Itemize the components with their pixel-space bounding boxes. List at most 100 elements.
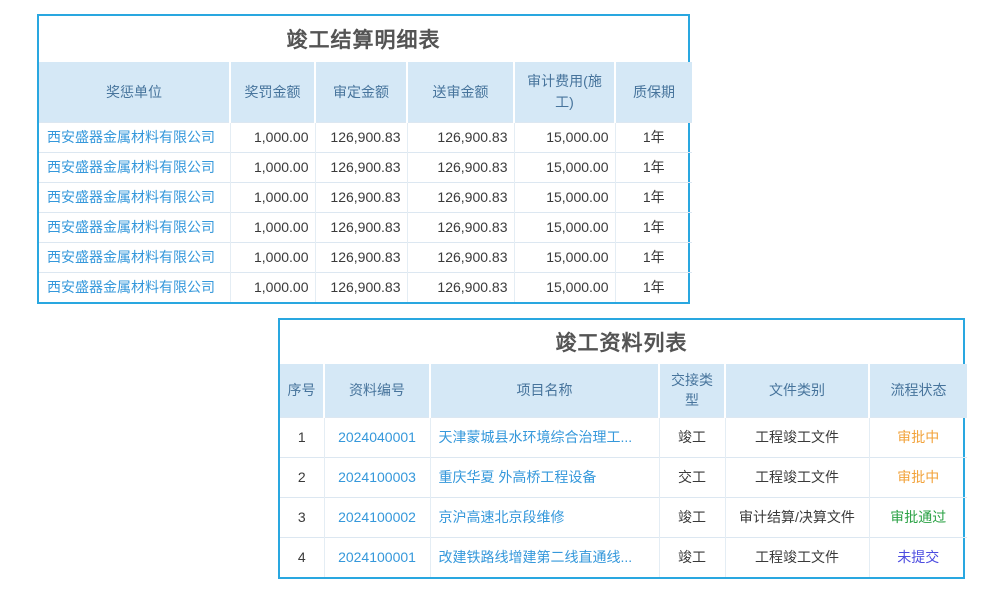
- penalty-cell: 1,000.00: [230, 272, 315, 302]
- audit-fee-cell: 15,000.00: [514, 122, 615, 152]
- unit-cell: 西安盛器金属材料有限公司: [39, 182, 230, 212]
- unit-cell: 西安盛器金属材料有限公司: [39, 212, 230, 242]
- unit-link[interactable]: 西安盛器金属材料有限公司: [47, 249, 215, 265]
- penalty-cell: 1,000.00: [230, 212, 315, 242]
- warranty-cell: 1年: [615, 122, 692, 152]
- doc-no-cell: 2024040001: [324, 417, 430, 457]
- unit-cell: 西安盛器金属材料有限公司: [39, 242, 230, 272]
- documents-header-row: 序号 资料编号 项目名称 交接类型 文件类别 流程状态: [280, 364, 967, 417]
- penalty-cell: 1,000.00: [230, 242, 315, 272]
- col-header-sent: 送审金额: [407, 62, 514, 122]
- warranty-cell: 1年: [615, 212, 692, 242]
- col-header-index: 序号: [280, 364, 324, 417]
- approved-cell: 126,900.83: [315, 272, 407, 302]
- status-cell: 审批中: [869, 417, 967, 457]
- document-row: 2 2024100003 重庆华夏 外高桥工程设备 交工 工程竣工文件 审批中: [280, 457, 967, 497]
- sent-cell: 126,900.83: [407, 212, 514, 242]
- handover-type-cell: 竣工: [659, 417, 725, 457]
- doc-no-link[interactable]: 2024100003: [338, 469, 416, 485]
- unit-link[interactable]: 西安盛器金属材料有限公司: [47, 219, 215, 235]
- document-row: 1 2024040001 天津蒙城县水环境综合治理工... 竣工 工程竣工文件 …: [280, 417, 967, 457]
- col-header-project: 项目名称: [430, 364, 659, 417]
- sent-cell: 126,900.83: [407, 272, 514, 302]
- col-header-warranty: 质保期: [615, 62, 692, 122]
- status-cell: 审批通过: [869, 497, 967, 537]
- project-link[interactable]: 京沪高速北京段维修: [439, 509, 565, 525]
- project-cell: 天津蒙城县水环境综合治理工...: [430, 417, 659, 457]
- settlement-table-title: 竣工结算明细表: [39, 16, 688, 62]
- warranty-cell: 1年: [615, 242, 692, 272]
- audit-fee-cell: 15,000.00: [514, 272, 615, 302]
- doc-no-link[interactable]: 2024040001: [338, 429, 416, 445]
- doc-no-cell: 2024100003: [324, 457, 430, 497]
- penalty-cell: 1,000.00: [230, 122, 315, 152]
- unit-cell: 西安盛器金属材料有限公司: [39, 152, 230, 182]
- handover-type-cell: 交工: [659, 457, 725, 497]
- warranty-cell: 1年: [615, 272, 692, 302]
- status-cell: 未提交: [869, 537, 967, 577]
- settlement-row: 西安盛器金属材料有限公司 1,000.00 126,900.83 126,900…: [39, 272, 692, 302]
- col-header-audit-fee: 审计费用(施工): [514, 62, 615, 122]
- warranty-cell: 1年: [615, 152, 692, 182]
- file-category-cell: 工程竣工文件: [725, 457, 869, 497]
- settlement-row: 西安盛器金属材料有限公司 1,000.00 126,900.83 126,900…: [39, 242, 692, 272]
- settlement-table: 奖惩单位 奖罚金额 审定金额 送审金额 审计费用(施工) 质保期 西安盛器金属材…: [39, 62, 692, 302]
- audit-fee-cell: 15,000.00: [514, 152, 615, 182]
- documents-table: 序号 资料编号 项目名称 交接类型 文件类别 流程状态 1 2024040001…: [280, 364, 967, 577]
- audit-fee-cell: 15,000.00: [514, 182, 615, 212]
- settlement-row: 西安盛器金属材料有限公司 1,000.00 126,900.83 126,900…: [39, 212, 692, 242]
- approved-cell: 126,900.83: [315, 212, 407, 242]
- sent-cell: 126,900.83: [407, 152, 514, 182]
- approved-cell: 126,900.83: [315, 242, 407, 272]
- sent-cell: 126,900.83: [407, 122, 514, 152]
- handover-type-cell: 竣工: [659, 537, 725, 577]
- documents-table-panel: 竣工资料列表 序号 资料编号 项目名称 交接类型 文件类别 流程状态 1 202…: [278, 318, 965, 579]
- unit-cell: 西安盛器金属材料有限公司: [39, 272, 230, 302]
- col-header-penalty: 奖罚金额: [230, 62, 315, 122]
- file-category-cell: 审计结算/决算文件: [725, 497, 869, 537]
- col-header-unit: 奖惩单位: [39, 62, 230, 122]
- status-cell: 审批中: [869, 457, 967, 497]
- index-cell: 2: [280, 457, 324, 497]
- unit-cell: 西安盛器金属材料有限公司: [39, 122, 230, 152]
- project-cell: 京沪高速北京段维修: [430, 497, 659, 537]
- penalty-cell: 1,000.00: [230, 182, 315, 212]
- project-cell: 改建铁路线增建第二线直通线...: [430, 537, 659, 577]
- project-cell: 重庆华夏 外高桥工程设备: [430, 457, 659, 497]
- settlement-row: 西安盛器金属材料有限公司 1,000.00 126,900.83 126,900…: [39, 182, 692, 212]
- approved-cell: 126,900.83: [315, 152, 407, 182]
- unit-link[interactable]: 西安盛器金属材料有限公司: [47, 279, 215, 295]
- doc-no-link[interactable]: 2024100001: [338, 549, 416, 565]
- index-cell: 1: [280, 417, 324, 457]
- settlement-row: 西安盛器金属材料有限公司 1,000.00 126,900.83 126,900…: [39, 122, 692, 152]
- audit-fee-cell: 15,000.00: [514, 242, 615, 272]
- handover-type-cell: 竣工: [659, 497, 725, 537]
- warranty-cell: 1年: [615, 182, 692, 212]
- doc-no-link[interactable]: 2024100002: [338, 509, 416, 525]
- col-header-category: 文件类别: [725, 364, 869, 417]
- index-cell: 3: [280, 497, 324, 537]
- documents-table-title: 竣工资料列表: [280, 320, 963, 364]
- unit-link[interactable]: 西安盛器金属材料有限公司: [47, 129, 215, 145]
- document-row: 3 2024100002 京沪高速北京段维修 竣工 审计结算/决算文件 审批通过: [280, 497, 967, 537]
- project-link[interactable]: 改建铁路线增建第二线直通线...: [439, 549, 633, 565]
- col-header-approved: 审定金额: [315, 62, 407, 122]
- doc-no-cell: 2024100002: [324, 497, 430, 537]
- settlement-table-panel: 竣工结算明细表 奖惩单位 奖罚金额 审定金额 送审金额 审计费用(施工) 质保期…: [37, 14, 690, 304]
- penalty-cell: 1,000.00: [230, 152, 315, 182]
- doc-no-cell: 2024100001: [324, 537, 430, 577]
- index-cell: 4: [280, 537, 324, 577]
- approved-cell: 126,900.83: [315, 182, 407, 212]
- col-header-status: 流程状态: [869, 364, 967, 417]
- audit-fee-cell: 15,000.00: [514, 212, 615, 242]
- settlement-row: 西安盛器金属材料有限公司 1,000.00 126,900.83 126,900…: [39, 152, 692, 182]
- col-header-doc-no: 资料编号: [324, 364, 430, 417]
- unit-link[interactable]: 西安盛器金属材料有限公司: [47, 159, 215, 175]
- document-row: 4 2024100001 改建铁路线增建第二线直通线... 竣工 工程竣工文件 …: [280, 537, 967, 577]
- sent-cell: 126,900.83: [407, 242, 514, 272]
- sent-cell: 126,900.83: [407, 182, 514, 212]
- project-link[interactable]: 天津蒙城县水环境综合治理工...: [439, 429, 633, 445]
- project-link[interactable]: 重庆华夏 外高桥工程设备: [439, 469, 597, 485]
- settlement-header-row: 奖惩单位 奖罚金额 审定金额 送审金额 审计费用(施工) 质保期: [39, 62, 692, 122]
- unit-link[interactable]: 西安盛器金属材料有限公司: [47, 189, 215, 205]
